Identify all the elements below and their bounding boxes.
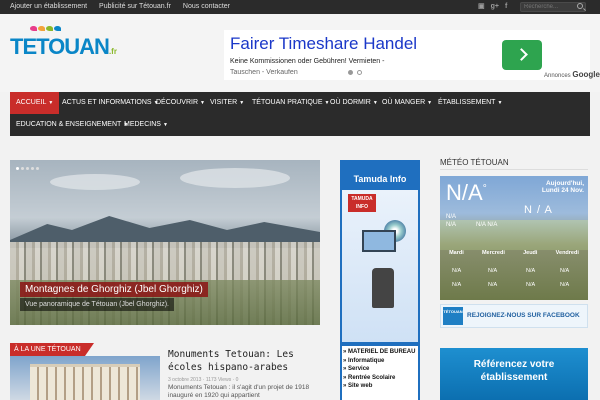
- article-comments[interactable]: 0: [236, 377, 239, 383]
- nav-item-education[interactable]: EDUCATION & ENSEIGNEMENT ▼: [10, 114, 134, 136]
- ad-text: Keine Kommissionen oder Gebühren! Vermie…: [230, 58, 385, 65]
- chair-icon: [372, 268, 394, 308]
- article-excerpt: Monuments Tetouan : il s'agit d'un proje…: [168, 384, 310, 399]
- featured-article: À LA UNE TÉTOUAN Monuments Tetouan: Les …: [10, 343, 320, 400]
- tetouan-badge-icon: TÉTOUAN: [443, 307, 463, 325]
- facebook-icon[interactable]: f: [505, 2, 507, 12]
- nav-item-tetouan-pratique[interactable]: TÉTOUAN PRATIQUE ▼: [246, 92, 335, 114]
- slider-dot[interactable]: [36, 167, 39, 170]
- weather-widget: N/A° Aujourd'hui, Lundi 24 Nov. N / A N/A…: [440, 176, 588, 300]
- forecast-day: Jeudi: [523, 250, 538, 256]
- slider-dots: [16, 167, 39, 170]
- slider-dot[interactable]: [31, 167, 34, 170]
- logo-birds: [30, 26, 61, 31]
- tamuda-ad[interactable]: Tamuda Info TAMUDA INFO » MATERIEL DE BU…: [340, 160, 420, 400]
- tamuda-panel: [342, 190, 418, 342]
- nav-item-medecins[interactable]: MEDECINS ▼: [118, 114, 174, 136]
- featured-slider[interactable]: Montagnes de Ghorghiz (Jbel Ghorghiz) Vu…: [10, 160, 320, 325]
- cloud-shape: [50, 174, 140, 190]
- nav-item-decouvrir[interactable]: DÉCOUVRIR ▼: [150, 92, 211, 114]
- forecast-cell: N/A: [452, 282, 462, 288]
- bird-orange: [38, 26, 45, 31]
- nav-item-ou-manger[interactable]: OÙ MANGER ▼: [376, 92, 438, 114]
- forecast-cell: N/A: [526, 282, 536, 288]
- nav-item-visiter[interactable]: VISITER ▼: [204, 92, 250, 114]
- rss-icon[interactable]: ▣: [478, 2, 485, 12]
- tamuda-item: » MATERIEL DE BUREAU: [343, 349, 416, 355]
- list-business-banner[interactable]: Référencez votre établissement: [440, 348, 588, 400]
- slider-dot[interactable]: [16, 167, 19, 170]
- bird-green: [46, 26, 53, 31]
- weather-small: N/A N/A: [476, 222, 498, 228]
- ad-text-2: Tauschen - Verkaufen: [230, 69, 298, 75]
- link-contact[interactable]: Nous contacter: [183, 2, 230, 12]
- ad-pager: [348, 70, 362, 75]
- slider-subcaption: Vue panoramique de Tétouan (Jbel Ghorghi…: [20, 298, 174, 311]
- top-links: Ajouter un établissement Publicité sur T…: [10, 2, 230, 12]
- section-tag: À LA UNE TÉTOUAN: [10, 343, 94, 356]
- landscape-shape: [440, 220, 588, 250]
- article-views: 1173 Views: [205, 377, 232, 383]
- nav-item-accueil[interactable]: ACCUEIL ▼: [10, 92, 60, 114]
- bird-blue: [54, 26, 61, 31]
- slider-dot[interactable]: [26, 167, 29, 170]
- forecast-cell: N/A: [526, 268, 536, 274]
- slider-dot[interactable]: [21, 167, 24, 170]
- ads-by-google[interactable]: Annonces Google: [544, 70, 600, 79]
- laptop-icon: [362, 230, 396, 252]
- forecast-day: Mercredi: [481, 250, 505, 256]
- weather-condition: N / A: [524, 204, 553, 216]
- ad-arrow-button[interactable]: [502, 40, 542, 70]
- forecast-day: Vendredi: [555, 250, 579, 256]
- social-icons: ▣ g+ f: [478, 2, 507, 12]
- tamuda-item: » Informatique: [343, 357, 385, 364]
- tamuda-item: » Site web: [343, 383, 373, 389]
- forecast-days: Mardi Mercredi Jeudi Vendredi: [440, 250, 588, 256]
- article-date: 3 octobre 2013: [168, 377, 202, 383]
- logo-text: TETOUAN.fr: [10, 34, 117, 59]
- weather-small: N/A: [446, 222, 457, 228]
- advertisement[interactable]: Fairer Timeshare Handel Keine Kommission…: [224, 30, 600, 80]
- article-meta: 3 octobre 2013 · 1173 Views · 0: [168, 377, 239, 383]
- facebook-banner[interactable]: TÉTOUAN REJOIGNEZ-NOUS SUR FACEBOOK: [440, 304, 588, 328]
- tamuda-list: » MATERIEL DE BUREAU » Informatique » Se…: [342, 346, 418, 400]
- nav-item-ou-dormir[interactable]: OÙ DORMIR ▼: [324, 92, 384, 114]
- building-shape: [30, 364, 140, 400]
- tamuda-logo: TAMUDA INFO: [348, 194, 376, 212]
- weather-small: N/A: [446, 214, 457, 220]
- forecast-cell: N/A: [488, 282, 498, 288]
- list-business-text: Référencez votre établissement: [473, 359, 555, 383]
- forecast-cell: N/A: [452, 268, 462, 274]
- forecast-cell: N/A: [488, 268, 498, 274]
- forecast-cell: N/A: [560, 268, 570, 274]
- forecast-cell: N/A: [560, 282, 570, 288]
- weather-date: Aujourd'hui, Lundi 24 Nov.: [541, 180, 584, 194]
- slider-caption[interactable]: Montagnes de Ghorghiz (Jbel Ghorghiz): [20, 282, 208, 297]
- top-bar: Ajouter un établissement Publicité sur T…: [0, 0, 600, 14]
- article-thumbnail[interactable]: [10, 356, 160, 400]
- googleplus-icon[interactable]: g+: [491, 2, 499, 12]
- tamuda-title: Tamuda Info: [353, 174, 407, 184]
- tamuda-item: » Rentrée Scolaire: [343, 374, 396, 381]
- facebook-label[interactable]: REJOIGNEZ-NOUS SUR FACEBOOK: [467, 312, 580, 319]
- tamuda-item: » Service: [343, 366, 370, 372]
- search-icon[interactable]: [577, 3, 583, 9]
- weather-title: MÉTÉO TÉTOUAN: [440, 158, 509, 167]
- link-advertising[interactable]: Publicité sur Tétouan.fr: [99, 2, 171, 12]
- nav-item-etablissement[interactable]: ÉTABLISSEMENT ▼: [432, 92, 508, 114]
- weather-temp: N/A°: [446, 180, 487, 205]
- divider: [440, 169, 588, 170]
- ad-dot[interactable]: [357, 70, 362, 75]
- main-nav: ACCUEIL ▼ ACTUS ET INFORMATIONS ▼ DÉCOUVRI…: [10, 92, 590, 136]
- search-input[interactable]: [520, 2, 586, 12]
- forecast-day: Mardi: [449, 250, 464, 256]
- ad-title[interactable]: Fairer Timeshare Handel: [230, 34, 417, 54]
- bird-pink: [30, 26, 37, 31]
- link-add-establishment[interactable]: Ajouter un établissement: [10, 2, 87, 12]
- cloud-shape: [180, 168, 290, 188]
- article-title[interactable]: Monuments Tetouan: Les écoles hispano-ar…: [168, 348, 320, 374]
- nav-item-actus[interactable]: ACTUS ET INFORMATIONS ▼: [56, 92, 165, 114]
- ad-dot[interactable]: [348, 70, 353, 75]
